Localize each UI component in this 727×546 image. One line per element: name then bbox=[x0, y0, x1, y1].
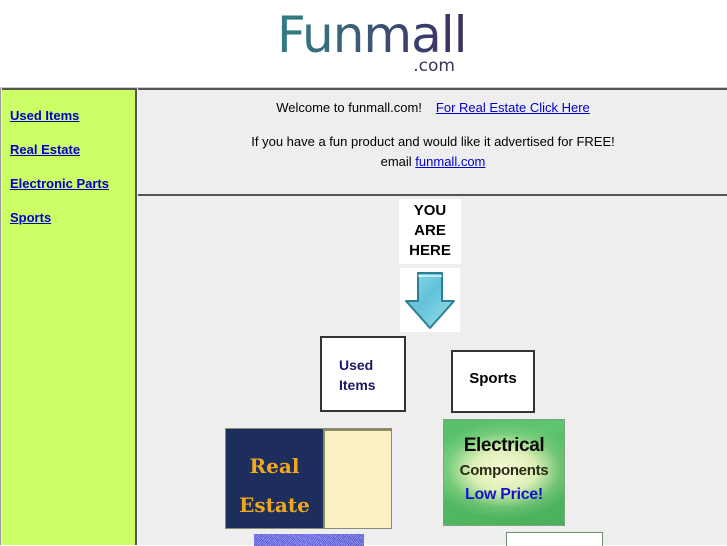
banner-electrical-line1: Electrical bbox=[463, 435, 545, 456]
sidebar-item-electronic-parts[interactable]: Electronic Parts bbox=[10, 176, 135, 192]
page-layout: Used Items Real Estate Electronic Parts … bbox=[0, 88, 727, 546]
email-row: email funmall.com bbox=[138, 152, 727, 172]
tile-used-items-line2: Items bbox=[339, 377, 376, 393]
you-are-here-line3: HERE bbox=[409, 242, 451, 259]
banner-real-estate-line2: Estate bbox=[239, 493, 310, 517]
sidebar-item-sports[interactable]: Sports bbox=[10, 210, 135, 226]
logo-dotcom-suffix: .com bbox=[413, 56, 455, 76]
main-content: Welcome to funmall.com! For Real Estate C… bbox=[138, 88, 727, 546]
tile-sports-label: Sports bbox=[469, 370, 517, 387]
tile-used-items-line1: Used bbox=[339, 357, 374, 373]
welcome-panel: Welcome to funmall.com! For Real Estate C… bbox=[138, 90, 727, 196]
tile-sports[interactable]: Sports bbox=[451, 350, 535, 413]
you-are-here-line1: YOU bbox=[413, 202, 447, 219]
banner-electrical-components[interactable]: Electrical Components Low Price! bbox=[443, 419, 565, 526]
site-logo[interactable]: Funmall .com bbox=[277, 10, 468, 76]
site-header: Funmall .com bbox=[0, 0, 727, 88]
banner-blue-partial[interactable] bbox=[254, 534, 364, 546]
tile-used-items-label: Used Items bbox=[339, 355, 376, 395]
promo-line: If you have a fun product and would like… bbox=[251, 134, 615, 149]
banner-real-estate-text: Real Estate bbox=[226, 447, 323, 525]
welcome-greeting-row: Welcome to funmall.com! For Real Estate C… bbox=[138, 98, 727, 118]
banner-electrical-line2: Components bbox=[459, 462, 549, 479]
down-arrow-icon bbox=[400, 268, 460, 332]
logo-wordmark: Funmall bbox=[277, 6, 468, 64]
banner-white-partial[interactable] bbox=[506, 532, 603, 546]
tile-used-items[interactable]: Used Items bbox=[320, 336, 406, 412]
you-are-here-label: YOU ARE HERE bbox=[399, 199, 461, 264]
sidebar-item-used-items[interactable]: Used Items bbox=[10, 108, 135, 124]
email-link[interactable]: funmall.com bbox=[415, 154, 485, 169]
you-are-here-line2: ARE bbox=[414, 222, 446, 239]
banner-real-estate-accent bbox=[323, 429, 391, 528]
sidebar-nav: Used Items Real Estate Electronic Parts … bbox=[2, 88, 137, 545]
welcome-greeting: Welcome to funmall.com! bbox=[276, 100, 422, 115]
tiles-area: YOU ARE HERE Used Items Sports Real Esta… bbox=[138, 196, 727, 546]
real-estate-link[interactable]: For Real Estate Click Here bbox=[436, 100, 590, 115]
banner-real-estate-line1: Real bbox=[249, 454, 300, 478]
banner-electrical-line3: Low Price! bbox=[465, 486, 543, 503]
sidebar-item-real-estate[interactable]: Real Estate bbox=[10, 142, 135, 158]
banner-real-estate[interactable]: Real Estate bbox=[225, 428, 392, 529]
email-prefix: email bbox=[380, 154, 416, 169]
